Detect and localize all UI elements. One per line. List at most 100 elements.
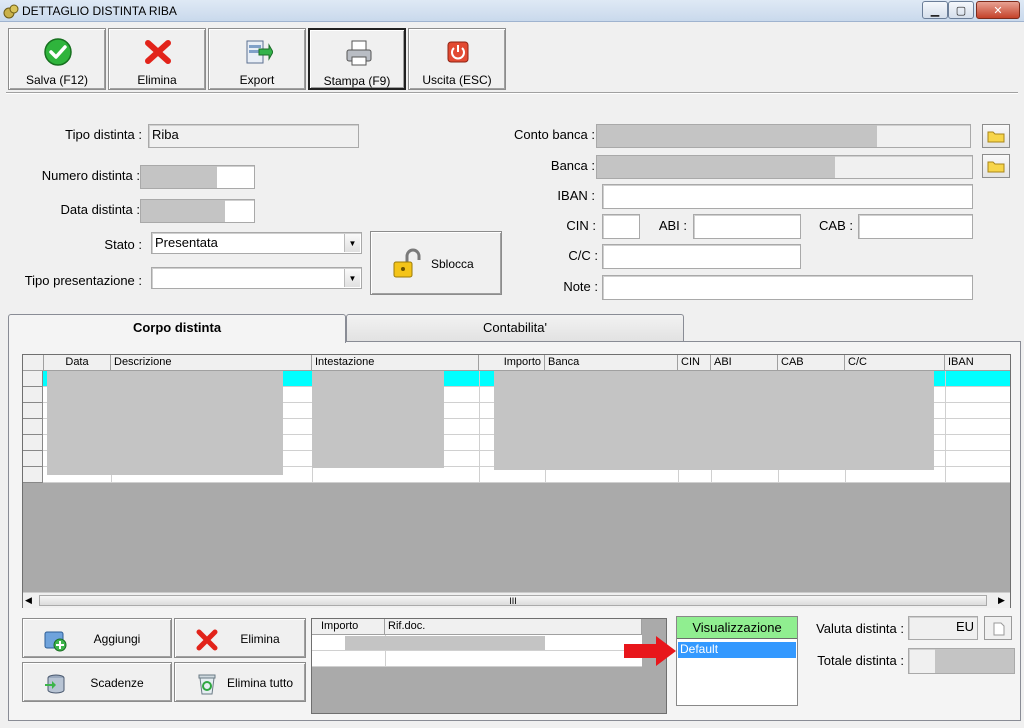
exit-label: Uscita (ESC) [422, 73, 492, 87]
exit-button[interactable]: Uscita (ESC) [408, 28, 506, 90]
col-header-rifdoc[interactable]: Rif.doc. [385, 619, 642, 635]
export-button[interactable]: Export [208, 28, 306, 90]
conto-banca-folder-button[interactable] [982, 124, 1010, 148]
col-header-cin[interactable]: CIN [678, 355, 711, 371]
folder-icon [987, 161, 1005, 173]
table-row[interactable] [312, 651, 642, 667]
save-button[interactable]: Salva (F12) [8, 28, 106, 90]
stato-select[interactable]: Presentata ▼ [151, 232, 362, 254]
scroll-left-icon[interactable]: ◀ [25, 595, 32, 606]
unlock-label: Sblocca [431, 257, 474, 271]
maximize-icon: ▢ [955, 4, 967, 17]
col-header-banca[interactable]: Banca [545, 355, 678, 371]
redacted-area [597, 156, 835, 178]
numero-distinta-field[interactable] [140, 165, 255, 189]
scadenze-label: Scadenze [90, 676, 144, 690]
maximize-button[interactable]: ▢ [948, 1, 974, 19]
cc-label: C/C : [568, 248, 598, 263]
cab-label: CAB : [819, 218, 853, 233]
folder-icon [987, 131, 1005, 143]
delete-row-button[interactable]: Elimina [174, 618, 306, 658]
stato-label: Stato : [104, 237, 142, 252]
numero-distinta-label: Numero distinta : [41, 168, 140, 183]
col-header-descrizione[interactable]: Descrizione [111, 355, 312, 371]
col-header-cc[interactable]: C/C [845, 355, 945, 371]
note-field[interactable] [602, 275, 973, 300]
iban-label: IBAN : [557, 188, 595, 203]
scroll-thumb[interactable]: III [39, 595, 987, 606]
tab-contabilita[interactable]: Contabilita' [346, 314, 684, 341]
redacted-area [345, 636, 545, 650]
redacted-area [597, 125, 877, 147]
valuta-button[interactable] [984, 616, 1012, 640]
redacted-area [141, 200, 225, 222]
banca-label: Banca : [550, 158, 595, 173]
tipo-distinta-field: Riba [148, 124, 359, 148]
minimize-button[interactable]: ▁ [922, 1, 948, 19]
banca-field [596, 155, 973, 179]
tipo-distinta-label: Tipo distinta : [65, 127, 142, 142]
totale-label: Totale distinta : [817, 653, 904, 668]
chevron-down-icon[interactable]: ▼ [344, 269, 360, 287]
unlock-button[interactable]: Sblocca [370, 231, 502, 295]
iban-field[interactable] [602, 184, 973, 209]
visualizzazione-header: Visualizzazione [677, 617, 797, 639]
export-label: Export [239, 73, 275, 87]
redacted-area [47, 371, 283, 475]
scadenze-grid[interactable]: Importo Rif.doc. [311, 618, 667, 714]
redacted-area [312, 371, 444, 468]
print-button[interactable]: Stampa (F9) [308, 28, 406, 90]
row-header[interactable] [23, 371, 43, 387]
row-header[interactable] [23, 467, 43, 483]
close-icon: ✕ [993, 4, 1003, 17]
list-item-default[interactable]: Default [678, 642, 796, 658]
col-divider [479, 371, 480, 483]
abi-field[interactable] [693, 214, 801, 239]
note-label: Note : [563, 279, 598, 294]
horizontal-scrollbar[interactable]: ◀ III ▶ [23, 592, 1010, 608]
add-button[interactable]: Aggiungi [22, 618, 172, 658]
col-header-cab[interactable]: CAB [778, 355, 845, 371]
tipo-presentazione-select[interactable]: ▼ [151, 267, 362, 289]
minimize-icon: ▁ [930, 4, 940, 17]
row-header[interactable] [23, 403, 43, 419]
tab-corpo-distinta[interactable]: Corpo distinta [8, 314, 346, 343]
banca-folder-button[interactable] [982, 154, 1010, 178]
col-header-intestazione[interactable]: Intestazione [312, 355, 479, 371]
app-icon [3, 4, 19, 19]
row-header[interactable] [23, 387, 43, 403]
col-header-importo[interactable]: Importo [318, 619, 385, 635]
delete-all-button[interactable]: Elimina tutto [174, 662, 306, 702]
row-header[interactable] [23, 435, 43, 451]
close-button[interactable]: ✕ [976, 1, 1020, 19]
check-icon [44, 38, 72, 66]
delete-x-icon [145, 40, 171, 64]
redacted-area [494, 371, 934, 470]
redacted-area [141, 166, 217, 188]
export-icon [246, 40, 273, 64]
data-distinta-label: Data distinta : [60, 202, 141, 217]
visualizzazione-list[interactable]: Visualizzazione Default [676, 616, 798, 706]
save-label: Salva (F12) [25, 73, 89, 87]
col-header-abi[interactable]: ABI [711, 355, 778, 371]
cc-field[interactable] [602, 244, 801, 269]
chevron-down-icon[interactable]: ▼ [344, 234, 360, 252]
cin-field[interactable] [602, 214, 640, 239]
data-distinta-field[interactable] [140, 199, 255, 223]
grid-corner [23, 355, 44, 371]
row-header[interactable] [23, 419, 43, 435]
delete-all-label: Elimina tutto [226, 676, 294, 690]
cab-field[interactable] [858, 214, 973, 239]
window-title: DETTAGLIO DISTINTA RIBA [22, 4, 177, 18]
distinta-grid[interactable]: Data Descrizione Intestazione Importo Ba… [22, 354, 1011, 608]
stato-value: Presentata [155, 235, 218, 250]
delete-row-label: Elimina [240, 632, 280, 646]
row-header[interactable] [23, 451, 43, 467]
delete-button[interactable]: Elimina [108, 28, 206, 90]
col-header-data[interactable]: Data [44, 355, 111, 371]
scroll-right-icon[interactable]: ▶ [998, 595, 1005, 606]
scadenze-button[interactable]: Scadenze [22, 662, 172, 702]
col-header-importo[interactable]: Importo [479, 355, 545, 371]
document-icon [993, 622, 1005, 636]
col-header-iban[interactable]: IBAN [945, 355, 1010, 371]
